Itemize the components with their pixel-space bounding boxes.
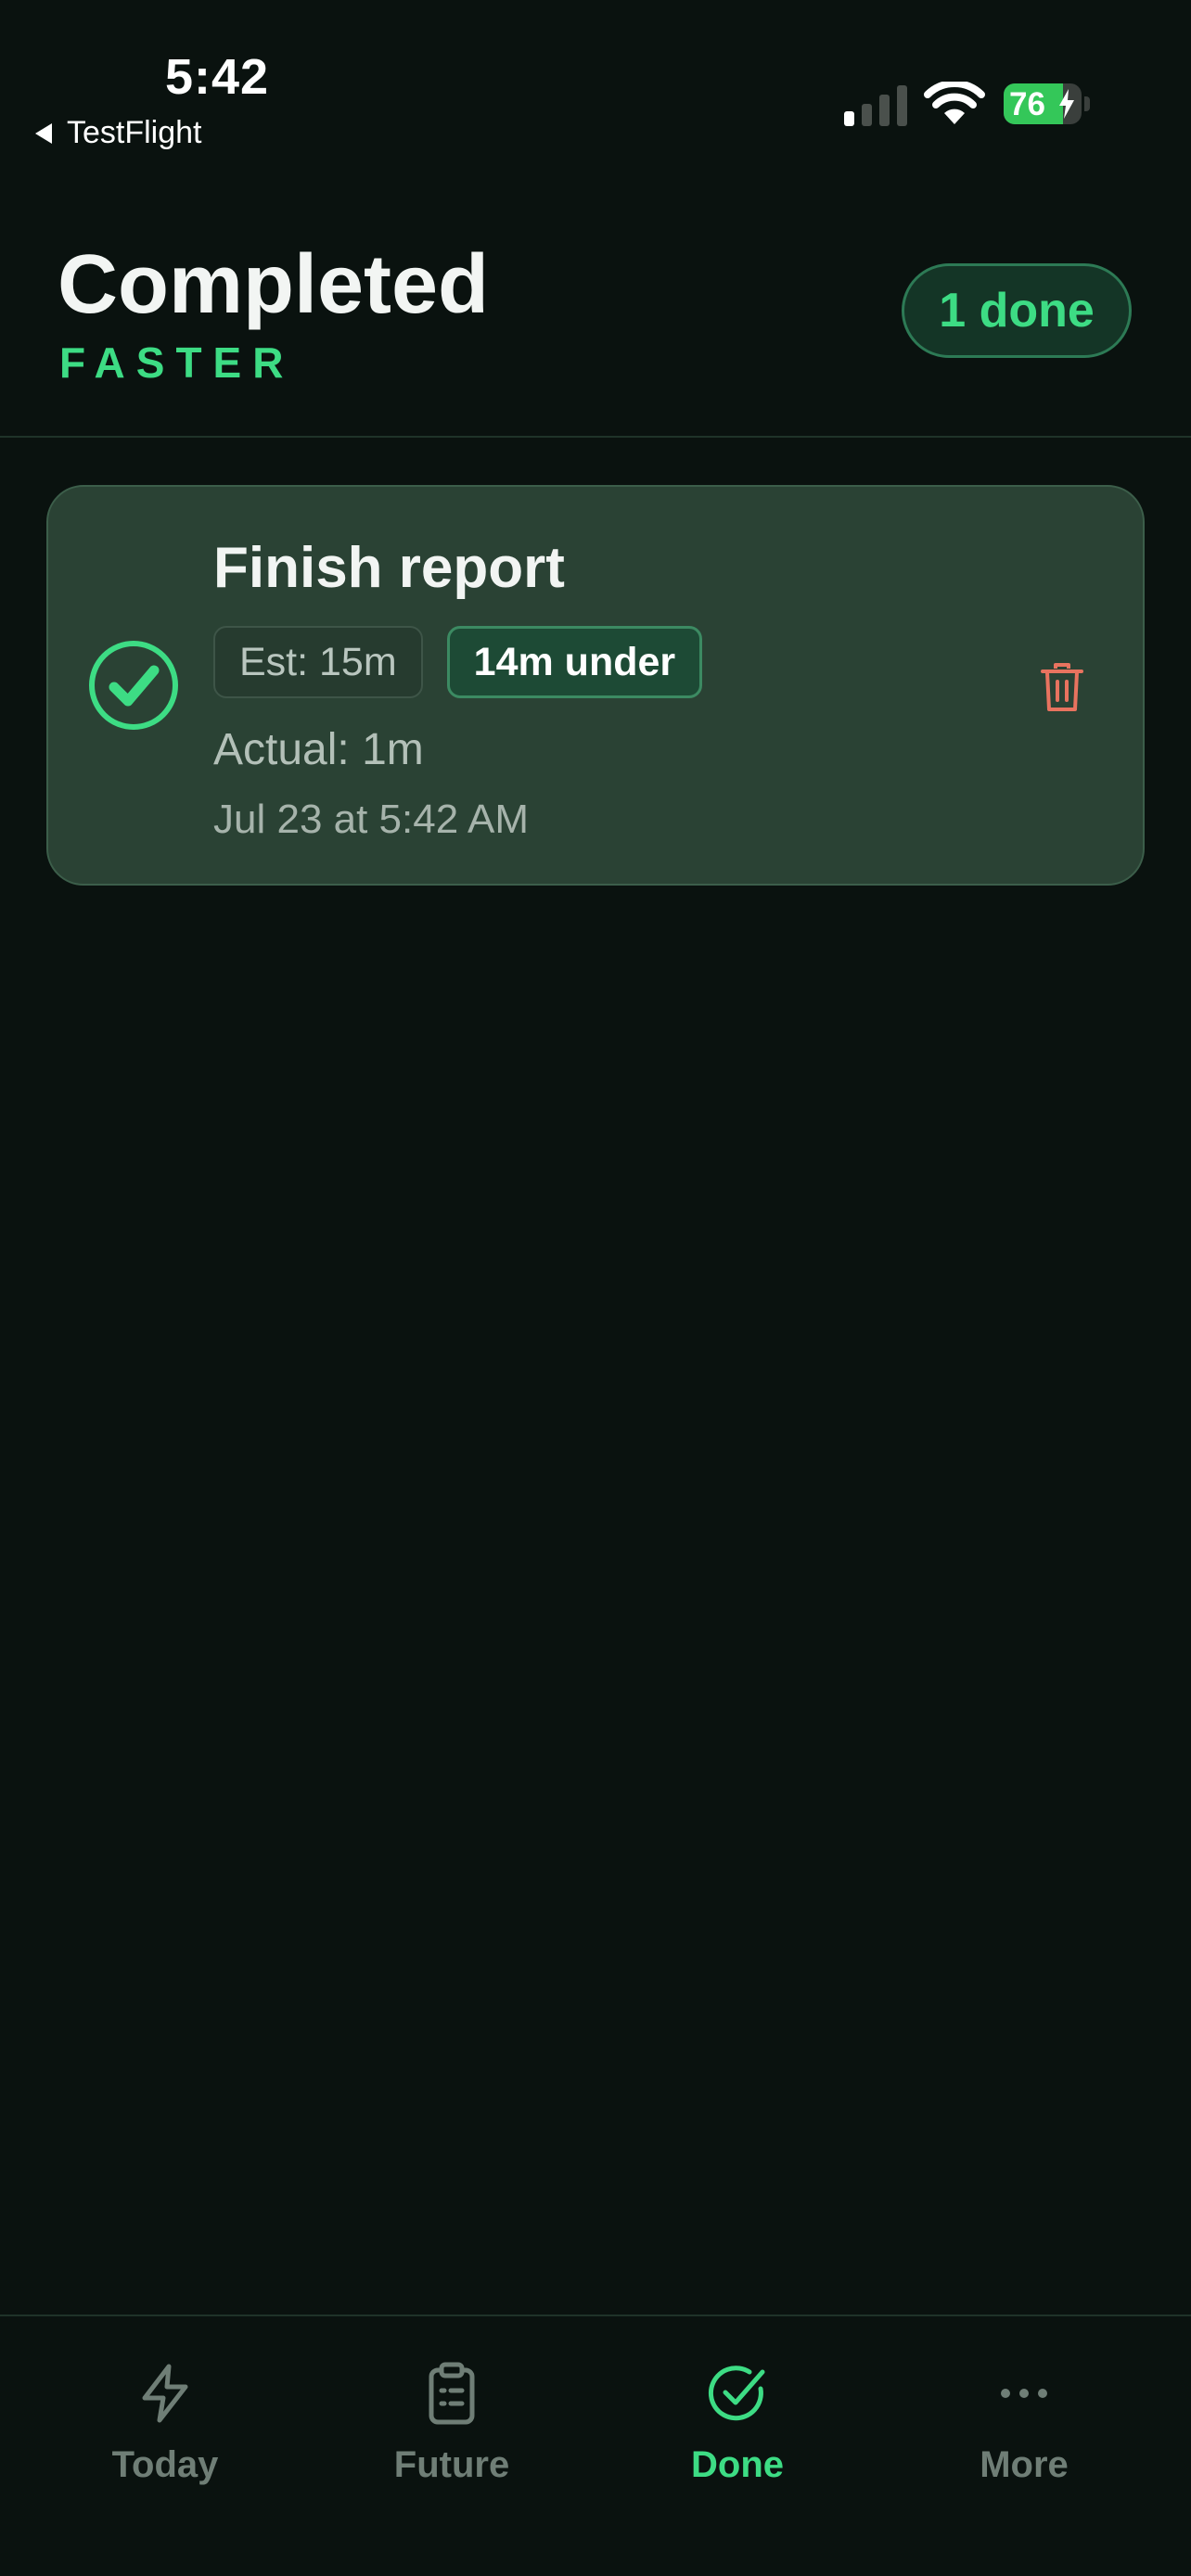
time-delta-chip: 14m under	[446, 626, 703, 698]
status-time: 5:42	[165, 49, 270, 105]
task-title: Finish report	[213, 536, 565, 600]
trash-icon[interactable]	[1039, 663, 1085, 713]
wifi-icon	[924, 82, 985, 124]
page-subtitle: FASTER	[59, 338, 295, 387]
charging-bolt-icon	[1059, 89, 1074, 119]
clipboard-icon	[429, 2362, 475, 2425]
task-card[interactable]: Finish report Est: 15m 14m under Actual:…	[46, 485, 1145, 886]
tab-today[interactable]: Today	[26, 2361, 304, 2509]
page-title: Completed	[58, 238, 490, 331]
battery-indicator: 76	[1004, 83, 1090, 124]
back-to-testflight-link[interactable]: TestFlight	[35, 115, 202, 151]
tab-bar: Today Future Done More	[0, 2315, 1191, 2576]
task-chips: Est: 15m 14m under	[213, 626, 703, 698]
tab-future-label: Future	[393, 2444, 510, 2485]
ellipsis-icon	[1001, 2389, 1047, 2398]
tab-today-label: Today	[111, 2444, 219, 2485]
tab-more-label: More	[980, 2444, 1069, 2485]
done-count-badge: 1 done	[902, 263, 1132, 358]
tab-more[interactable]: More	[885, 2361, 1163, 2509]
back-link-label: TestFlight	[67, 115, 202, 150]
tab-done-label: Done	[691, 2444, 784, 2485]
actual-time: Actual: 1m	[213, 725, 424, 774]
tab-future[interactable]: Future	[313, 2361, 591, 2509]
battery-percent: 76	[1009, 86, 1045, 122]
screen: 5:42 TestFlight 76 Completed FASTER 1 do…	[0, 0, 1191, 2576]
completed-check-icon[interactable]	[87, 639, 180, 732]
back-arrow-icon	[35, 122, 52, 144]
completed-date: Jul 23 at 5:42 AM	[213, 797, 529, 842]
lightning-icon	[142, 2364, 188, 2423]
tab-done[interactable]: Done	[598, 2361, 877, 2509]
estimate-chip: Est: 15m	[213, 626, 423, 698]
cellular-signal-icon	[844, 85, 907, 126]
check-circle-icon	[708, 2366, 765, 2421]
header-divider	[0, 436, 1191, 438]
